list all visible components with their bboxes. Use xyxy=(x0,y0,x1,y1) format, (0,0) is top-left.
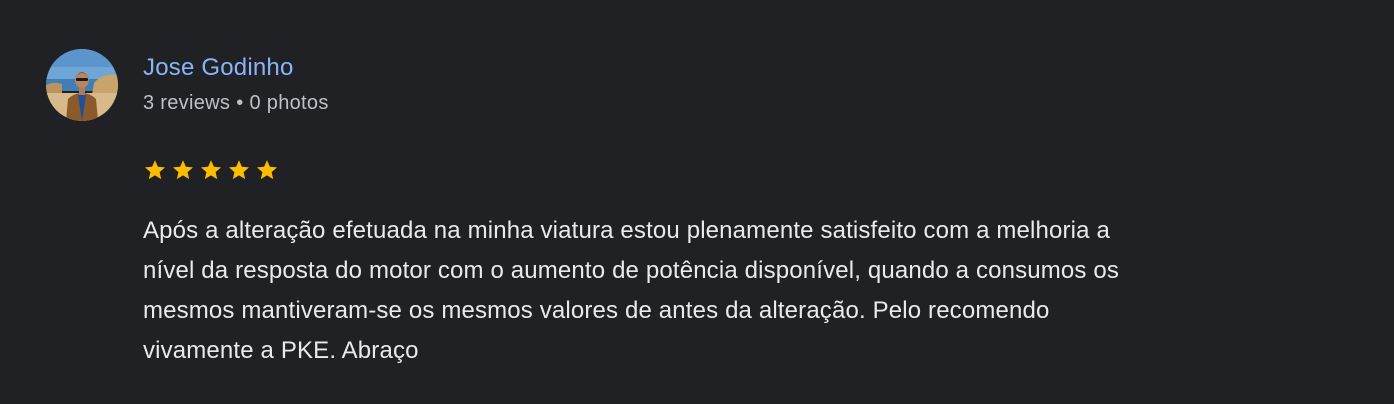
photos-count: 0 photos xyxy=(249,92,329,114)
star-rating xyxy=(143,157,279,183)
star-icon xyxy=(145,160,165,180)
review-card: Jose Godinho 3 reviews • 0 photos Após a a… xyxy=(0,0,1394,404)
review-text-line: Após a alteração efetuada na minha viatu… xyxy=(143,217,1110,244)
reviews-count: 3 reviews xyxy=(143,92,231,114)
author-name-link[interactable]: Jose Godinho xyxy=(143,54,294,82)
author-avatar[interactable] xyxy=(46,49,118,121)
star-icon xyxy=(173,160,193,180)
star-icon xyxy=(257,160,277,180)
author-meta: 3 reviews • 0 photos xyxy=(143,92,329,115)
star-icon xyxy=(201,160,221,180)
review-text: Após a alteração efetuada na minha viatu… xyxy=(143,211,1343,371)
review-text-line: vivamente a PKE. Abraço xyxy=(143,337,419,364)
meta-separator: • xyxy=(236,92,244,114)
review-text-line: mesmos mantiveram-se os mesmos valores d… xyxy=(143,297,1050,324)
star-icon xyxy=(229,160,249,180)
avatar-photo xyxy=(46,49,118,121)
review-text-line: nível da resposta do motor com o aumento… xyxy=(143,257,1120,284)
